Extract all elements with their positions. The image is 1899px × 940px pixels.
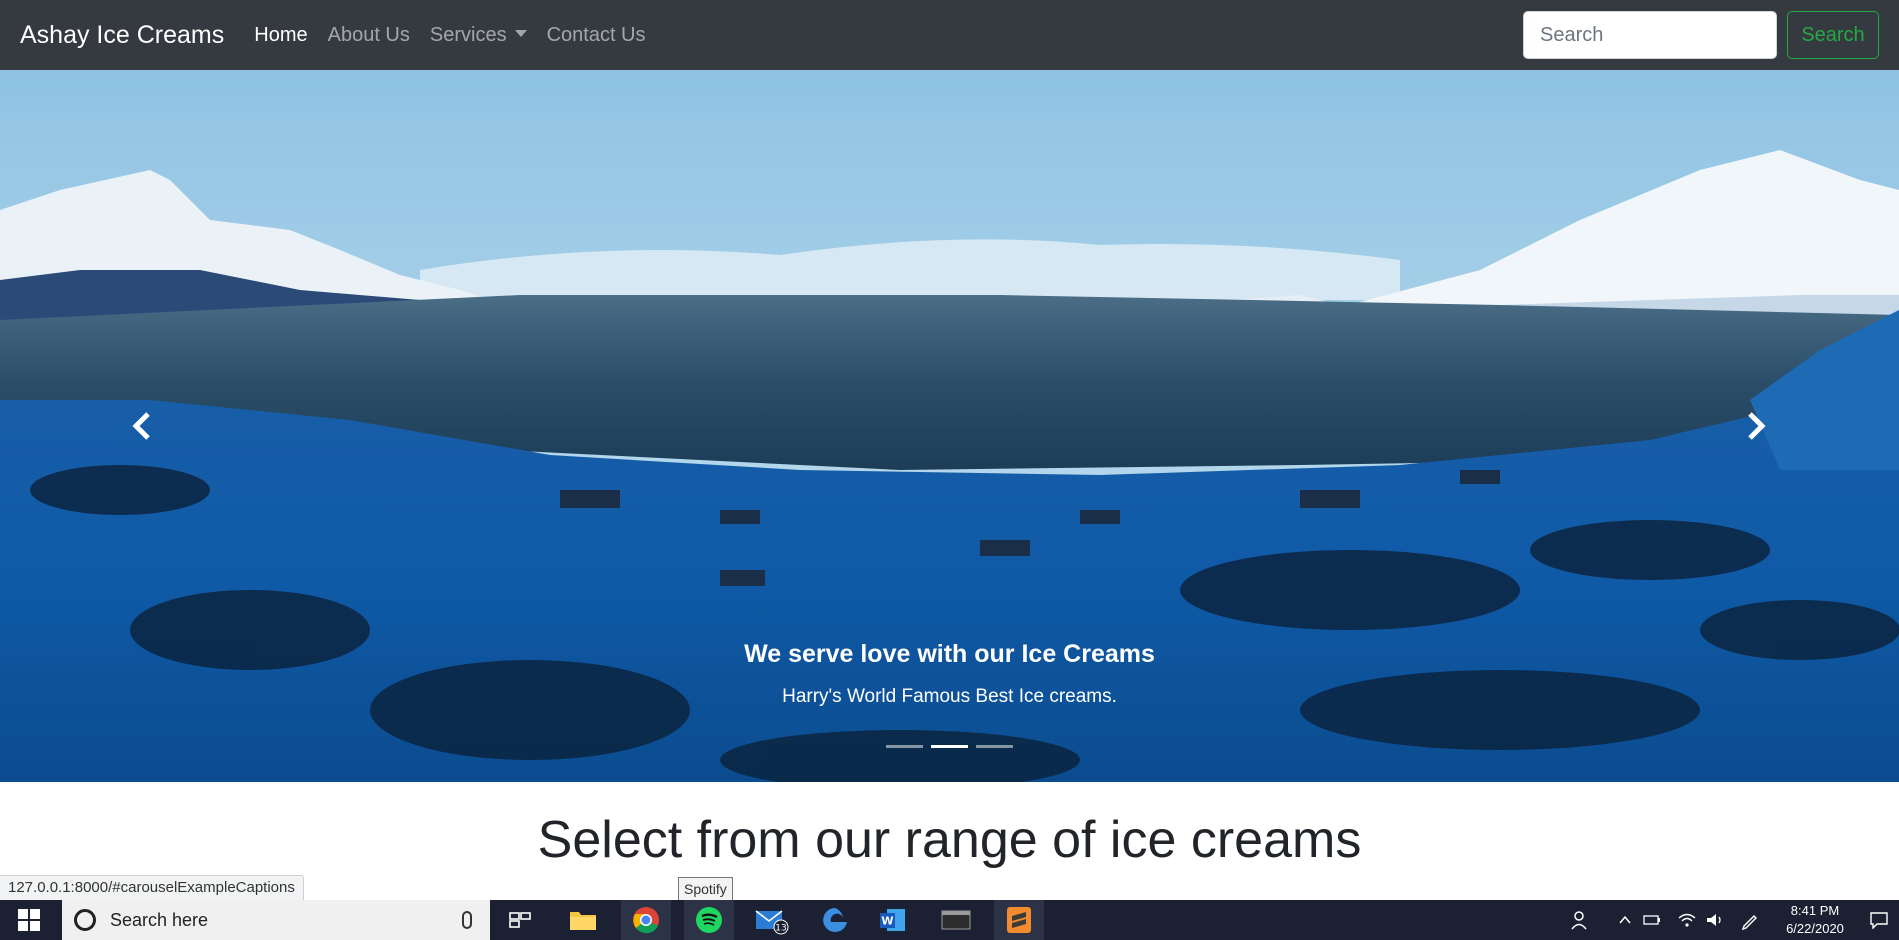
svg-text:W: W	[881, 915, 893, 928]
carousel-indicator-2[interactable]	[931, 745, 968, 748]
search-input[interactable]	[1523, 11, 1777, 59]
nav-services-dropdown[interactable]: Services	[430, 24, 527, 47]
nav-about-link[interactable]: About Us	[328, 24, 410, 47]
browser-status-url: 127.0.0.1:8000/#carouselExampleCaptions	[0, 875, 304, 900]
landscape-slide-image	[0, 70, 1899, 782]
edge-icon[interactable]	[810, 900, 860, 940]
notification-icon[interactable]	[1864, 900, 1894, 940]
battery-icon[interactable]	[1640, 900, 1664, 940]
carousel: We serve love with our Ice Creams Harry'…	[0, 70, 1899, 782]
carousel-next-button[interactable]	[1736, 406, 1776, 446]
section-heading: Select from our range of ice creams	[537, 811, 1362, 869]
spotify-icon[interactable]	[684, 900, 734, 940]
taskbar-search-placeholder: Search here	[110, 909, 209, 930]
cortana-icon	[74, 909, 96, 931]
search-form: Search	[1523, 11, 1879, 59]
brand-logo-text[interactable]: Ashay Ice Creams	[20, 21, 224, 50]
chrome-icon[interactable]	[621, 900, 671, 940]
windows-taskbar: Search here 13 W 8:41 PM 6/22/2020	[0, 900, 1899, 940]
file-explorer-icon[interactable]	[558, 900, 608, 940]
word-icon[interactable]: W	[868, 900, 918, 940]
carousel-caption-text: Harry's World Famous Best Ice creams.	[782, 686, 1117, 707]
windows-logo-icon	[18, 909, 40, 931]
caret-down-icon	[514, 29, 527, 37]
taskbar-search-box[interactable]: Search here	[62, 900, 490, 940]
people-icon[interactable]	[1566, 900, 1596, 940]
navbar: Ashay Ice Creams Home About Us Services …	[0, 0, 1899, 70]
clock-time: 8:41 PM	[1790, 903, 1840, 918]
search-button[interactable]: Search	[1787, 11, 1879, 59]
chevron-right-icon	[1748, 412, 1766, 440]
nav-home-link[interactable]: Home	[254, 24, 307, 47]
chevron-left-icon	[132, 412, 150, 440]
carousel-indicators	[0, 745, 1899, 748]
nav-links: Home About Us Services Contact Us	[254, 24, 665, 47]
carousel-indicator-3[interactable]	[976, 745, 1013, 748]
volume-icon[interactable]	[1703, 900, 1727, 940]
mail-badge-count: 13	[775, 924, 786, 934]
chevron-up-icon[interactable]	[1614, 900, 1636, 940]
mail-icon[interactable]: 13	[747, 900, 797, 940]
terminal-icon[interactable]	[931, 900, 981, 940]
microphone-icon[interactable]	[462, 911, 472, 929]
task-view-icon[interactable]	[495, 900, 545, 940]
spotify-tooltip: Spotify	[678, 877, 733, 901]
carousel-caption-title: We serve love with our Ice Creams	[744, 640, 1155, 668]
wifi-icon[interactable]	[1675, 900, 1699, 940]
start-button[interactable]	[0, 900, 58, 940]
clock-date: 6/22/2020	[1786, 921, 1844, 936]
pen-icon[interactable]	[1737, 900, 1763, 940]
nav-services-label: Services	[429, 23, 507, 46]
taskbar-clock[interactable]: 8:41 PM 6/22/2020	[1770, 902, 1860, 938]
carousel-indicator-1[interactable]	[886, 745, 923, 748]
carousel-prev-button[interactable]	[122, 406, 162, 446]
nav-contact-link[interactable]: Contact Us	[547, 24, 646, 47]
sublime-text-icon[interactable]	[994, 900, 1044, 940]
